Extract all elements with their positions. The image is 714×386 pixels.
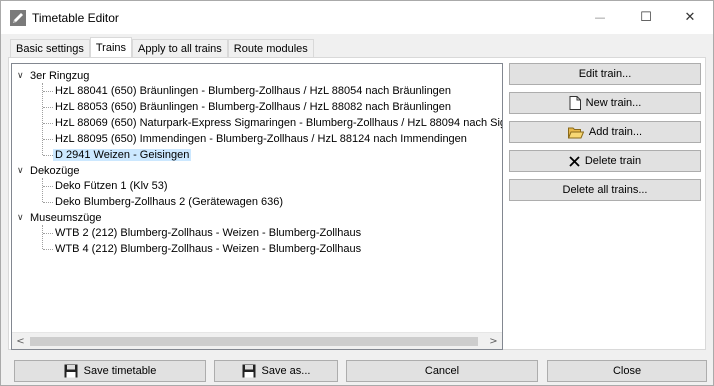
new-train-label: New train... [585, 97, 642, 109]
tree-connector [43, 123, 53, 124]
tree-item[interactable]: WTB 4 (212) Blumberg-Zollhaus - Weizen -… [55, 241, 361, 257]
tab-trains[interactable]: Trains [89, 37, 133, 59]
save-as-label: Save as... [261, 365, 311, 377]
close-label: Close [612, 365, 642, 377]
tree-connector [43, 202, 53, 203]
tree-connector [43, 139, 53, 140]
window-title: Timetable Editor [32, 11, 119, 25]
add-train-label: Add train... [588, 126, 643, 138]
minimize-button[interactable]: — [577, 1, 623, 34]
floppy-disk-icon [64, 364, 78, 378]
horizontal-scrollbar[interactable]: < > [12, 332, 502, 349]
tree-item[interactable]: Deko Blumberg-Zollhaus 2 (Gerätewagen 63… [55, 194, 283, 210]
scrollbar-thumb[interactable] [30, 337, 478, 346]
tree-item[interactable]: HzL 88041 (650) Bräunlingen - Blumberg-Z… [55, 83, 451, 99]
tree-item[interactable]: HzL 88069 (650) Naturpark-Express Sigmar… [55, 115, 502, 131]
tree-connector [43, 233, 53, 234]
tree-connector [42, 178, 43, 202]
maximize-icon: ☐ [640, 10, 652, 25]
edit-train-button[interactable]: Edit train... [509, 63, 701, 85]
tree-connector [42, 225, 43, 249]
close-window-button[interactable]: ✕ [667, 1, 713, 34]
tree-group-3er-ringzug[interactable]: 3er Ringzug [30, 68, 89, 84]
tree-group-museumszuege[interactable]: Museumszüge [30, 210, 102, 226]
delete-all-trains-button[interactable]: Delete all trains... [509, 179, 701, 201]
app-pencil-icon [10, 10, 26, 26]
close-icon: ✕ [684, 10, 696, 25]
cancel-label: Cancel [424, 365, 460, 377]
title-bar: Timetable Editor — ☐ ✕ [1, 1, 713, 34]
tree-connector [43, 186, 53, 187]
train-tree[interactable]: ∨ 3er Ringzug HzL 88041 (650) Bräunlinge… [11, 63, 503, 350]
delete-train-button[interactable]: Delete train [509, 150, 701, 172]
cancel-button[interactable]: Cancel [346, 360, 538, 382]
tab-basic-settings[interactable]: Basic settings [10, 39, 90, 59]
chevron-down-icon[interactable]: ∨ [17, 210, 27, 226]
document-icon [569, 96, 581, 110]
tree-connector [43, 155, 53, 156]
tree-connector [42, 83, 43, 155]
tree-item[interactable]: HzL 88095 (650) Immendingen - Blumberg-Z… [55, 131, 467, 147]
scroll-left-icon[interactable]: < [12, 333, 29, 349]
close-button[interactable]: Close [547, 360, 707, 382]
x-icon [569, 155, 580, 167]
edit-train-label: Edit train... [578, 68, 632, 80]
tree-item[interactable]: HzL 88053 (650) Bräunlingen - Blumberg-Z… [55, 99, 451, 115]
save-timetable-label: Save timetable [83, 365, 157, 377]
chevron-down-icon[interactable]: ∨ [17, 68, 27, 84]
delete-all-trains-label: Delete all trains... [562, 184, 648, 196]
train-tree-content: ∨ 3er Ringzug HzL 88041 (650) Bräunlinge… [12, 64, 502, 332]
tree-connector [43, 107, 53, 108]
save-as-button[interactable]: Save as... [214, 360, 338, 382]
scroll-right-icon[interactable]: > [485, 333, 502, 349]
folder-open-icon [567, 126, 584, 139]
chevron-down-icon[interactable]: ∨ [17, 163, 27, 179]
new-train-button[interactable]: New train... [509, 92, 701, 114]
tab-apply-to-all-trains[interactable]: Apply to all trains [132, 39, 228, 59]
timetable-editor-window: Timetable Editor — ☐ ✕ Basic settings Tr… [0, 0, 714, 386]
tab-route-modules[interactable]: Route modules [227, 39, 314, 59]
tree-group-dekozuege[interactable]: Dekozüge [30, 163, 80, 179]
tab-strip: Basic settings Trains Apply to all train… [10, 37, 314, 59]
tree-item[interactable]: WTB 2 (212) Blumberg-Zollhaus - Weizen -… [55, 225, 361, 241]
add-train-button[interactable]: Add train... [509, 121, 701, 143]
delete-train-label: Delete train [584, 155, 642, 167]
tree-connector [43, 249, 53, 250]
tree-item-selected[interactable]: D 2941 Weizen - Geisingen [53, 147, 192, 163]
floppy-disk-icon [242, 364, 256, 378]
tree-connector [43, 91, 53, 92]
maximize-button[interactable]: ☐ [623, 1, 669, 34]
tree-item[interactable]: Deko Fützen 1 (Klv 53) [55, 178, 168, 194]
minimize-icon: — [594, 11, 606, 24]
save-timetable-button[interactable]: Save timetable [14, 360, 206, 382]
